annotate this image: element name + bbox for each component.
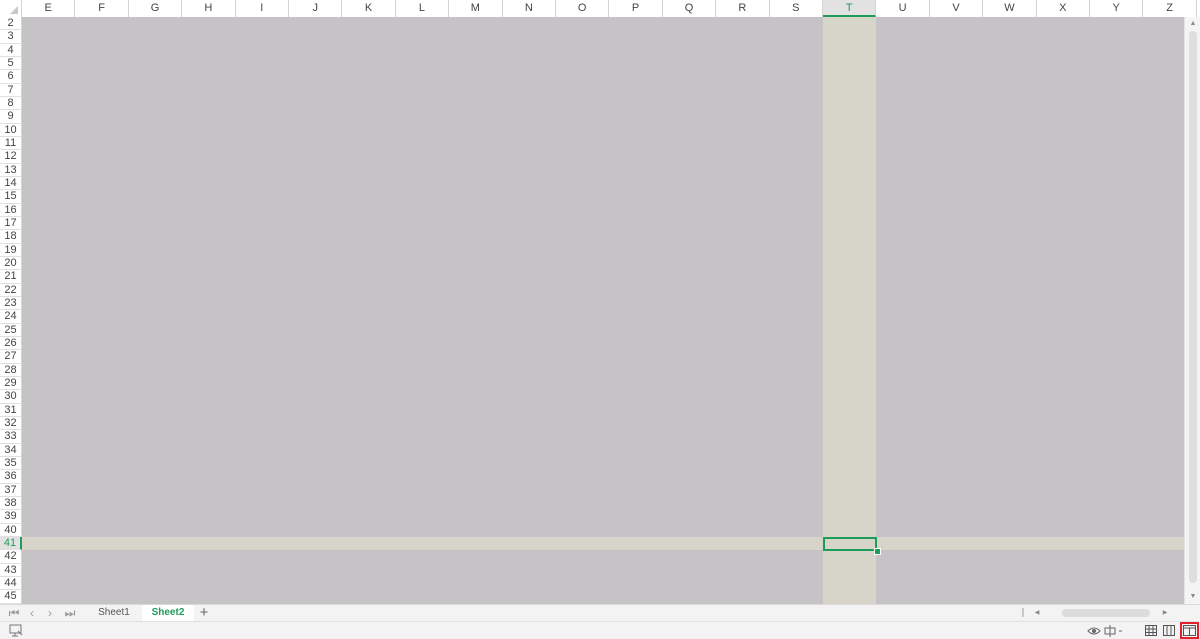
- scroll-split-handle[interactable]: [1022, 608, 1024, 617]
- row-header-19[interactable]: 19: [0, 243, 22, 257]
- column-header-o[interactable]: O: [556, 0, 610, 17]
- row-header-44[interactable]: 44: [0, 576, 22, 591]
- row-header-42[interactable]: 42: [0, 550, 22, 564]
- column-header-u[interactable]: U: [876, 0, 930, 17]
- row-header-13[interactable]: 13: [0, 163, 22, 177]
- row-header-38[interactable]: 38: [0, 496, 22, 511]
- row-header-25[interactable]: 25: [0, 323, 22, 337]
- column-header-f[interactable]: F: [75, 0, 129, 17]
- row-header-bar: 2 3 4 5 6 7 8 9 10 11 12 13 14 15 16 17 18 19 20 21 22 23 24 25…: [0, 17, 22, 604]
- sheet-tab-sheet2[interactable]: Sheet2: [142, 605, 194, 621]
- column-header-x[interactable]: X: [1037, 0, 1090, 17]
- next-sheet-icon[interactable]: ›: [42, 605, 58, 621]
- row-header-27[interactable]: 27: [0, 350, 22, 364]
- row-header-20[interactable]: 20: [0, 256, 22, 271]
- row-header-9[interactable]: 9: [0, 110, 22, 124]
- row-header-21[interactable]: 21: [0, 270, 22, 284]
- column-header-y[interactable]: Y: [1090, 0, 1144, 17]
- column-header-i[interactable]: I: [236, 0, 289, 17]
- row-header-8[interactable]: 8: [0, 96, 22, 111]
- cell-grid[interactable]: [22, 17, 1184, 604]
- column-header-bar: EFGHIJKLMNOPQRSTUVWXYZ: [0, 0, 1197, 18]
- column-header-s[interactable]: S: [770, 0, 823, 17]
- row-header-32[interactable]: 32: [0, 416, 22, 431]
- row-header-39[interactable]: 39: [0, 510, 22, 524]
- row-header-45[interactable]: 45: [0, 590, 22, 604]
- column-header-v[interactable]: V: [930, 0, 984, 17]
- add-sheet-button[interactable]: +: [196, 605, 212, 621]
- column-header-l[interactable]: L: [396, 0, 450, 17]
- row-header-34[interactable]: 34: [0, 443, 22, 457]
- row-header-33[interactable]: 33: [0, 430, 22, 444]
- column-header-j[interactable]: J: [289, 0, 343, 17]
- normal-view-icon[interactable]: [1143, 622, 1159, 639]
- row-header-7[interactable]: 7: [0, 83, 22, 97]
- selected-column-highlight: [823, 17, 877, 604]
- previous-sheet-icon[interactable]: ‹: [24, 605, 40, 621]
- column-header-k[interactable]: K: [342, 0, 396, 17]
- row-header-10[interactable]: 10: [0, 123, 22, 137]
- select-all-triangle-icon: [10, 6, 18, 14]
- page-break-preview-icon[interactable]: [1180, 622, 1199, 639]
- row-header-12[interactable]: 12: [0, 150, 22, 164]
- column-header-t[interactable]: T: [823, 0, 877, 17]
- column-header-r[interactable]: R: [716, 0, 770, 17]
- row-header-15[interactable]: 15: [0, 190, 22, 204]
- column-header-m[interactable]: M: [449, 0, 503, 17]
- sheet-tab-sheet1[interactable]: Sheet1: [88, 605, 140, 621]
- macro-icon[interactable]: [6, 622, 26, 639]
- row-header-4[interactable]: 4: [0, 43, 22, 57]
- row-header-36[interactable]: 36: [0, 470, 22, 484]
- row-header-29[interactable]: 29: [0, 376, 22, 391]
- scroll-right-arrow-icon[interactable]: ▶: [1160, 607, 1170, 619]
- row-header-2[interactable]: 2: [0, 17, 22, 31]
- fill-handle[interactable]: [874, 548, 882, 556]
- eye-protection-icon[interactable]: [1086, 622, 1102, 639]
- scroll-left-arrow-icon[interactable]: ◀: [1032, 607, 1042, 619]
- scroll-up-arrow-icon[interactable]: ▲: [1185, 17, 1200, 31]
- row-header-11[interactable]: 11: [0, 136, 22, 151]
- row-header-5[interactable]: 5: [0, 56, 22, 71]
- active-cell[interactable]: [823, 536, 878, 552]
- last-sheet-icon[interactable]: ⏭: [62, 605, 78, 621]
- row-header-14[interactable]: 14: [0, 176, 22, 191]
- status-bar: [0, 621, 1200, 639]
- horizontal-scrollbar[interactable]: ◀ ▶: [1020, 607, 1180, 619]
- column-header-g[interactable]: G: [129, 0, 183, 17]
- row-header-16[interactable]: 16: [0, 203, 22, 217]
- scroll-down-arrow-icon[interactable]: ▼: [1185, 590, 1200, 604]
- select-all-corner[interactable]: [0, 0, 22, 17]
- row-header-31[interactable]: 31: [0, 403, 22, 417]
- column-header-z[interactable]: Z: [1143, 0, 1197, 17]
- row-header-3[interactable]: 3: [0, 30, 22, 44]
- page-layout-view-icon[interactable]: [1161, 622, 1177, 639]
- input-method-icon[interactable]: [1103, 622, 1127, 639]
- row-header-17[interactable]: 17: [0, 216, 22, 231]
- row-header-23[interactable]: 23: [0, 296, 22, 311]
- selected-row-highlight: [22, 536, 1184, 551]
- column-header-n[interactable]: N: [503, 0, 556, 17]
- row-header-40[interactable]: 40: [0, 523, 22, 537]
- row-header-37[interactable]: 37: [0, 483, 22, 497]
- row-header-22[interactable]: 22: [0, 283, 22, 297]
- sheet-tab-bar: ⏮ ‹ › ⏭ Sheet1 Sheet2 + ◀ ▶: [0, 604, 1200, 621]
- row-header-35[interactable]: 35: [0, 456, 22, 471]
- column-header-e[interactable]: E: [22, 0, 76, 17]
- horizontal-scroll-thumb[interactable]: [1062, 609, 1150, 617]
- row-header-28[interactable]: 28: [0, 363, 22, 377]
- vertical-scrollbar[interactable]: ▲ ▼: [1184, 17, 1200, 604]
- row-header-30[interactable]: 30: [0, 390, 22, 404]
- vertical-scroll-thumb[interactable]: [1189, 31, 1197, 583]
- row-header-24[interactable]: 24: [0, 310, 22, 324]
- row-header-41[interactable]: 41: [0, 536, 22, 551]
- column-header-w[interactable]: W: [983, 0, 1037, 17]
- row-header-26[interactable]: 26: [0, 336, 22, 351]
- column-header-h[interactable]: H: [182, 0, 236, 17]
- column-header-p[interactable]: P: [609, 0, 663, 17]
- column-header-q[interactable]: Q: [663, 0, 717, 17]
- row-header-6[interactable]: 6: [0, 70, 22, 84]
- row-header-43[interactable]: 43: [0, 563, 22, 577]
- row-header-18[interactable]: 18: [0, 230, 22, 244]
- first-sheet-icon[interactable]: ⏮: [6, 605, 22, 621]
